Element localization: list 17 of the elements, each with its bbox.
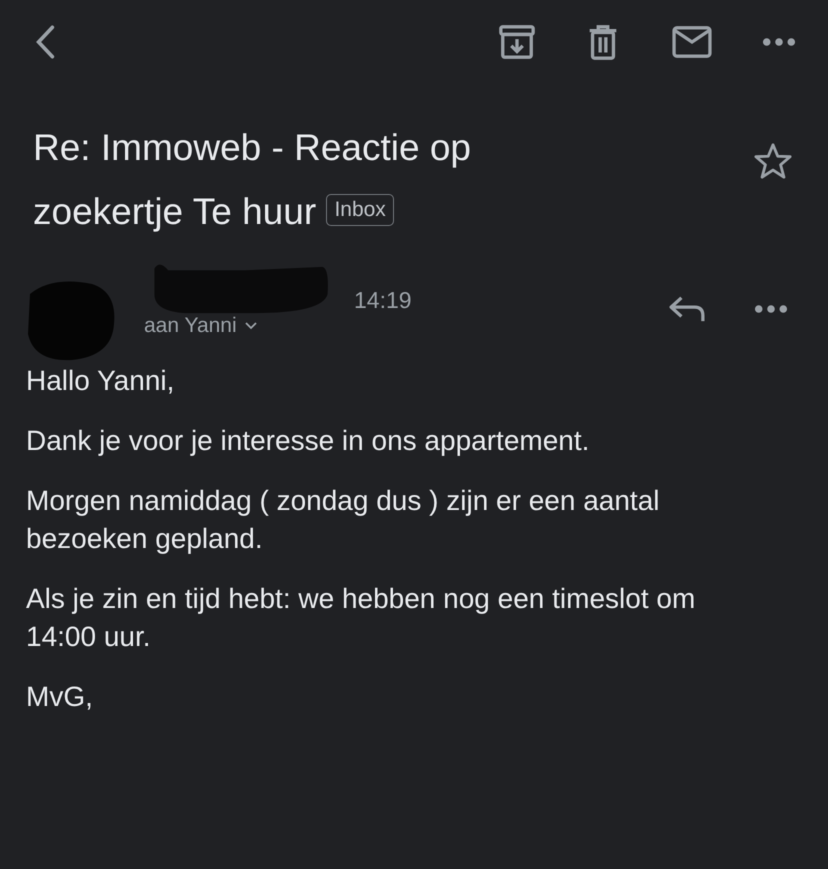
- body-paragraph: Dank je voor je interesse in ons appartement.: [26, 424, 590, 458]
- recipient-toggle[interactable]: aan Yanni: [144, 314, 668, 338]
- mail-icon[interactable]: [670, 25, 714, 59]
- archive-icon[interactable]: [498, 23, 536, 61]
- star-icon[interactable]: [754, 142, 792, 180]
- message-time: 14:19: [354, 286, 412, 314]
- body-paragraph: Morgen namiddag ( zondag dus ) zijn er een aantal bezoeken gepland.: [26, 484, 660, 556]
- email-subject: Re: Immoweb - Reactie op zoekertje Te huur Inbox: [33, 126, 472, 234]
- inbox-label: Inbox: [326, 194, 394, 226]
- more-icon[interactable]: [762, 37, 796, 47]
- body-paragraph: Hallo Yanni,: [26, 364, 176, 398]
- body-paragraph: MvG,: [26, 680, 94, 714]
- back-icon[interactable]: [34, 23, 56, 61]
- more-icon[interactable]: [754, 304, 788, 314]
- chevron-icon: [244, 322, 257, 330]
- body-paragraph: Als je zin en tijd hebt: we hebben nog een timeslot om 14:00 uur.: [26, 582, 696, 654]
- reply-icon[interactable]: [668, 295, 706, 323]
